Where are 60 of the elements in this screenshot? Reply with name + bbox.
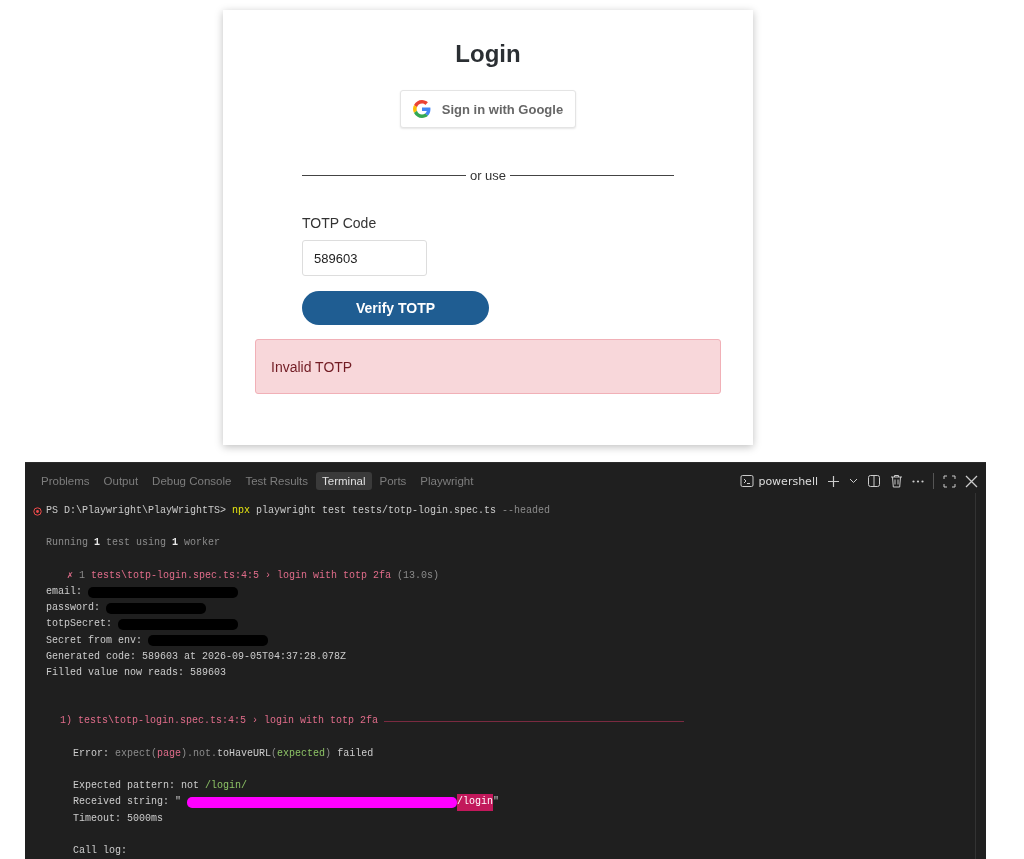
terminal-text: test using <box>106 536 167 551</box>
terminal-text: password: <box>46 601 100 616</box>
terminal-selector[interactable]: powershell <box>740 474 818 488</box>
terminal-text: 1) tests\totp-login.spec.ts:4:5 › login with totp 2fa <box>60 714 379 729</box>
panel-tab[interactable]: Output <box>97 472 145 490</box>
panel-tab[interactable]: Playwright <box>414 472 480 490</box>
terminal-text: 1 <box>79 568 86 583</box>
panel-tab[interactable]: Terminal <box>316 472 372 490</box>
terminal-text: Filled value now reads: 589603 <box>46 665 227 680</box>
terminal-text: page <box>157 746 182 761</box>
plus-icon[interactable] <box>827 474 840 488</box>
terminal-text: npx <box>232 504 251 518</box>
login-title: Login <box>455 40 521 68</box>
terminal-text: Generated code: 589603 at 2026-09-05T04:37:28.078Z <box>46 649 347 664</box>
terminal-text: 1 <box>94 536 101 551</box>
google-sign-in-button[interactable]: Sign in with Google <box>399 90 577 128</box>
terminal-text: playwright test tests/totp-login.spec.ts <box>256 504 497 518</box>
google-logo-icon <box>412 100 431 118</box>
terminal-text: failed <box>337 746 374 761</box>
more-icon[interactable] <box>912 479 924 483</box>
terminal-text: ✗ <box>67 568 74 583</box>
split-icon[interactable] <box>867 474 881 488</box>
terminal-text: " <box>493 795 500 810</box>
terminal-text: email: <box>46 584 82 599</box>
terminal-text: expect( <box>115 746 158 761</box>
terminal-text: PS D:\Playwright\PlayWrightTS> <box>46 504 227 518</box>
terminal-text: --headed <box>502 504 551 518</box>
terminal-text: totpSecret: <box>46 617 112 632</box>
terminal-text: Timeout: 5000ms <box>73 811 163 826</box>
close-icon[interactable] <box>965 474 978 488</box>
terminal-text: Secret from env: <box>46 633 142 648</box>
error-alert: Invalid TOTP <box>255 339 721 394</box>
panel-tab[interactable]: Debug Console <box>146 472 238 490</box>
terminal-text: ) <box>325 746 332 761</box>
terminal-text: (13.0s) <box>397 568 440 583</box>
divider-text: or use <box>469 168 507 183</box>
field-label: TOTP Code <box>302 215 377 231</box>
panel-tab[interactable]: Problems <box>35 472 96 490</box>
terminal-text: Call log: <box>73 843 127 858</box>
terminal-text: Expected pattern: not <box>73 779 200 794</box>
terminal-text: expected <box>277 746 326 761</box>
panel-tab[interactable]: Test Results <box>239 472 315 490</box>
terminal-text: /login/ <box>205 779 248 794</box>
terminal-text: worker <box>184 536 221 551</box>
chevron-down-icon[interactable] <box>849 478 858 484</box>
terminal-text: /login <box>457 794 494 811</box>
totp-code-field[interactable]: 589603 <box>302 240 427 276</box>
panel-tab[interactable]: Ports <box>373 472 413 490</box>
terminal-text: Running <box>46 536 88 551</box>
terminal-text: tests\totp-login.spec.ts:4:5 › login with totp 2fa <box>91 568 392 583</box>
terminal-text: Received string: " <box>73 795 182 810</box>
terminal-text: toHaveURL <box>217 746 272 761</box>
terminal-icon <box>740 474 755 488</box>
terminal-text: ( <box>271 746 278 761</box>
trash-icon[interactable] <box>890 474 903 488</box>
terminal-text: Error: <box>73 746 109 761</box>
terminal-text: 1 <box>172 536 179 551</box>
terminal-text: ).not. <box>181 746 218 761</box>
maximize-icon[interactable] <box>943 474 956 488</box>
verify-totp-button[interactable]: Verify TOTP <box>302 291 489 325</box>
